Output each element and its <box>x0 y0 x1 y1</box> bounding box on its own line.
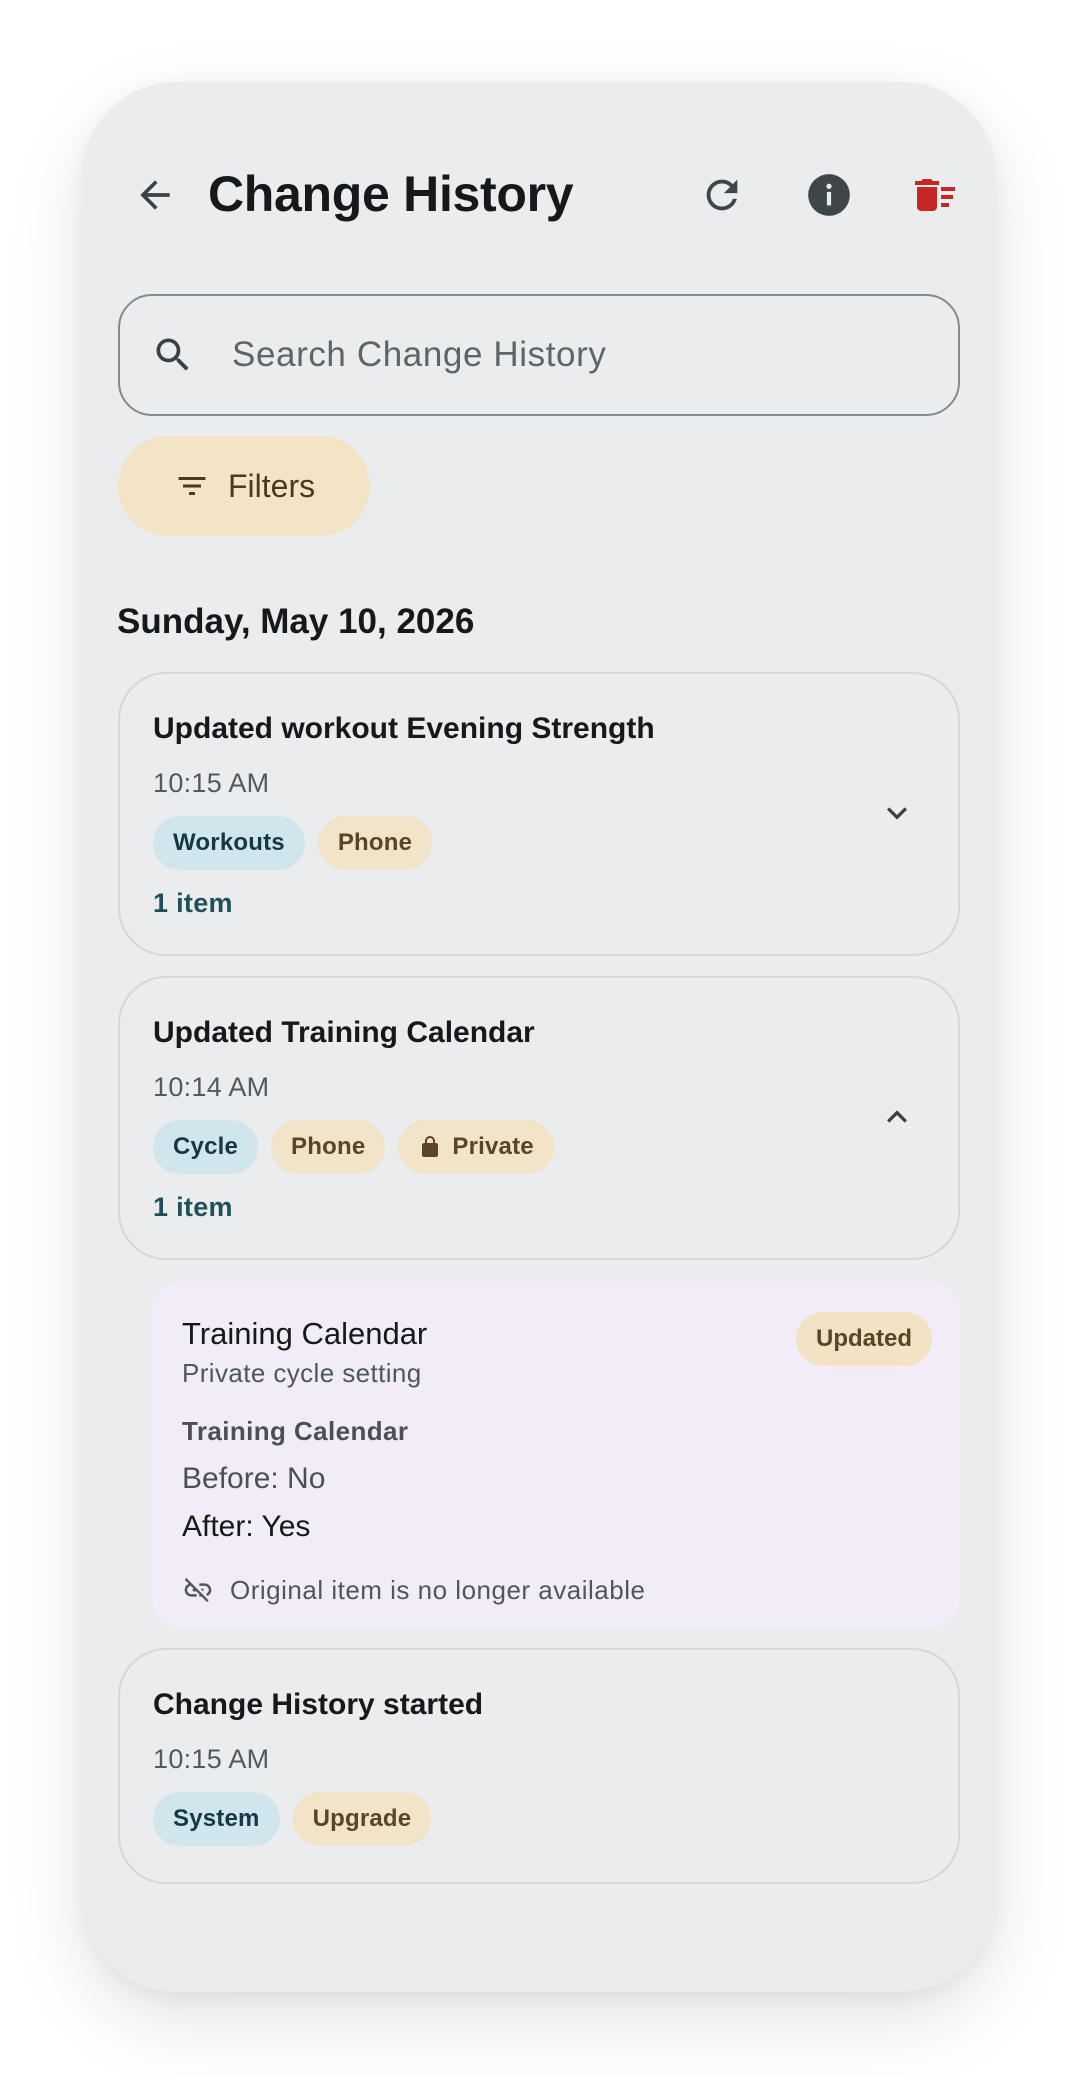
entry-title: Updated Training Calendar <box>153 1016 535 1049</box>
search-input[interactable] <box>232 335 872 375</box>
chip-category: Cycle <box>153 1120 259 1174</box>
entry-time: 10:15 AM <box>153 1744 270 1774</box>
chip-category: System <box>153 1792 280 1846</box>
chip-category: Workouts <box>153 816 305 870</box>
entry-time: 10:15 AM <box>153 768 270 798</box>
history-entry-card[interactable]: Updated Training Calendar 10:14 AM Cycle… <box>118 976 960 1260</box>
status-badge: Updated <box>796 1312 932 1366</box>
chip-source: Upgrade <box>292 1792 432 1846</box>
back-button[interactable] <box>120 160 190 230</box>
chip-private-label: Private <box>452 1133 534 1160</box>
chip-device: Phone <box>317 816 433 870</box>
refresh-button[interactable] <box>687 160 757 230</box>
collapse-button[interactable] <box>874 1094 920 1140</box>
filter-list-icon <box>174 468 210 504</box>
entry-chips: System Upgrade <box>153 1792 432 1846</box>
unavailable-note-text: Original item is no longer available <box>230 1574 646 1605</box>
chevron-down-icon <box>887 807 907 820</box>
detail-subtitle: Private cycle setting <box>182 1358 422 1388</box>
entry-title: Updated workout Evening Strength <box>153 712 655 745</box>
entry-chips: Cycle Phone Private <box>153 1120 554 1174</box>
history-entry-card[interactable]: Updated workout Evening Strength 10:15 A… <box>118 672 960 956</box>
lock-icon <box>418 1135 442 1159</box>
search-icon <box>148 330 198 380</box>
chip-private: Private <box>398 1120 554 1174</box>
date-group-header: Sunday, May 10, 2026 <box>117 602 475 641</box>
change-detail-panel: Training Calendar Private cycle setting … <box>152 1282 960 1628</box>
page-title: Change History <box>208 166 574 222</box>
link-off-icon <box>184 1578 212 1602</box>
detail-after-value: After: Yes <box>182 1510 311 1543</box>
arrow-back-icon <box>140 180 170 210</box>
chip-device: Phone <box>271 1120 386 1174</box>
refresh-icon <box>706 179 738 211</box>
info-icon <box>808 174 850 216</box>
top-app-bar: Change History <box>82 82 996 292</box>
unavailable-note: Original item is no longer available <box>182 1574 645 1606</box>
clear-history-button[interactable] <box>900 160 970 230</box>
detail-before-value: Before: No <box>182 1462 326 1495</box>
history-entry-card[interactable]: Change History started 10:15 AM System U… <box>118 1648 960 1884</box>
expand-button[interactable] <box>874 790 920 836</box>
entry-chips: Workouts Phone <box>153 816 433 870</box>
info-button[interactable] <box>794 160 864 230</box>
entry-time: 10:14 AM <box>153 1072 270 1102</box>
detail-title: Training Calendar <box>182 1316 428 1351</box>
entry-title: Change History started <box>153 1688 484 1721</box>
detail-field-name: Training Calendar <box>182 1416 409 1446</box>
entry-item-count: 1 item <box>153 1192 233 1222</box>
delete-sweep-icon <box>915 179 955 211</box>
entry-item-count: 1 item <box>153 888 233 918</box>
phone-screen: Change History Search Change History Fil… <box>82 82 996 1992</box>
chevron-up-icon <box>887 1110 907 1123</box>
search-field[interactable] <box>118 294 960 416</box>
filters-label: Filters <box>228 467 316 504</box>
filters-button[interactable]: Filters <box>118 436 370 536</box>
